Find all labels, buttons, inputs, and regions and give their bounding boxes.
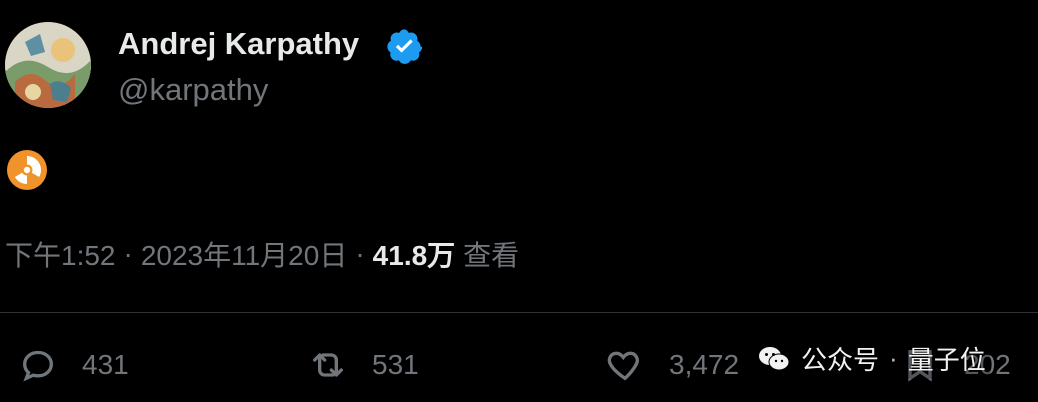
retweet-icon [313, 353, 343, 377]
reply-button[interactable]: 431 [18, 342, 129, 388]
watermark-separator: · [889, 343, 898, 373]
divider [0, 312, 1038, 313]
views-count[interactable]: 41.8万 [373, 234, 456, 274]
views-label[interactable]: 查看 [463, 234, 519, 274]
retweet-count: 531 [372, 349, 419, 380]
watermark-platform: 公众号 [801, 345, 880, 375]
meta-separator: · [355, 238, 365, 269]
display-name[interactable]: Andrej Karpathy [118, 26, 359, 62]
tweet-meta: 下午1:52 · 2023年11月20日 · 41.8万 查看 [5, 234, 519, 274]
like-count: 3,472 [669, 349, 740, 380]
tweet-card: Andrej Karpathy @karpathy 下午1:52 · 2023年… [0, 0, 1038, 402]
like-button[interactable]: 3,472 [605, 342, 739, 388]
avatar[interactable] [5, 22, 91, 108]
watermark: 公众号 · 量子位 [753, 338, 990, 379]
reply-count: 431 [82, 349, 129, 380]
wechat-icon [759, 346, 790, 370]
username-handle[interactable]: @karpathy [118, 72, 268, 108]
meta-separator: · [123, 238, 133, 269]
tweet-date[interactable]: 2023年11月20日 [141, 234, 348, 274]
heart-icon [607, 351, 639, 381]
retweet-button[interactable]: 531 [308, 342, 419, 388]
reply-icon [22, 350, 54, 382]
radioactive-icon [7, 150, 47, 190]
watermark-account: 量子位 [907, 345, 986, 375]
tweet-time[interactable]: 下午1:52 [5, 234, 116, 274]
verified-check-icon[interactable] [385, 27, 423, 65]
avatar-image [5, 22, 91, 108]
